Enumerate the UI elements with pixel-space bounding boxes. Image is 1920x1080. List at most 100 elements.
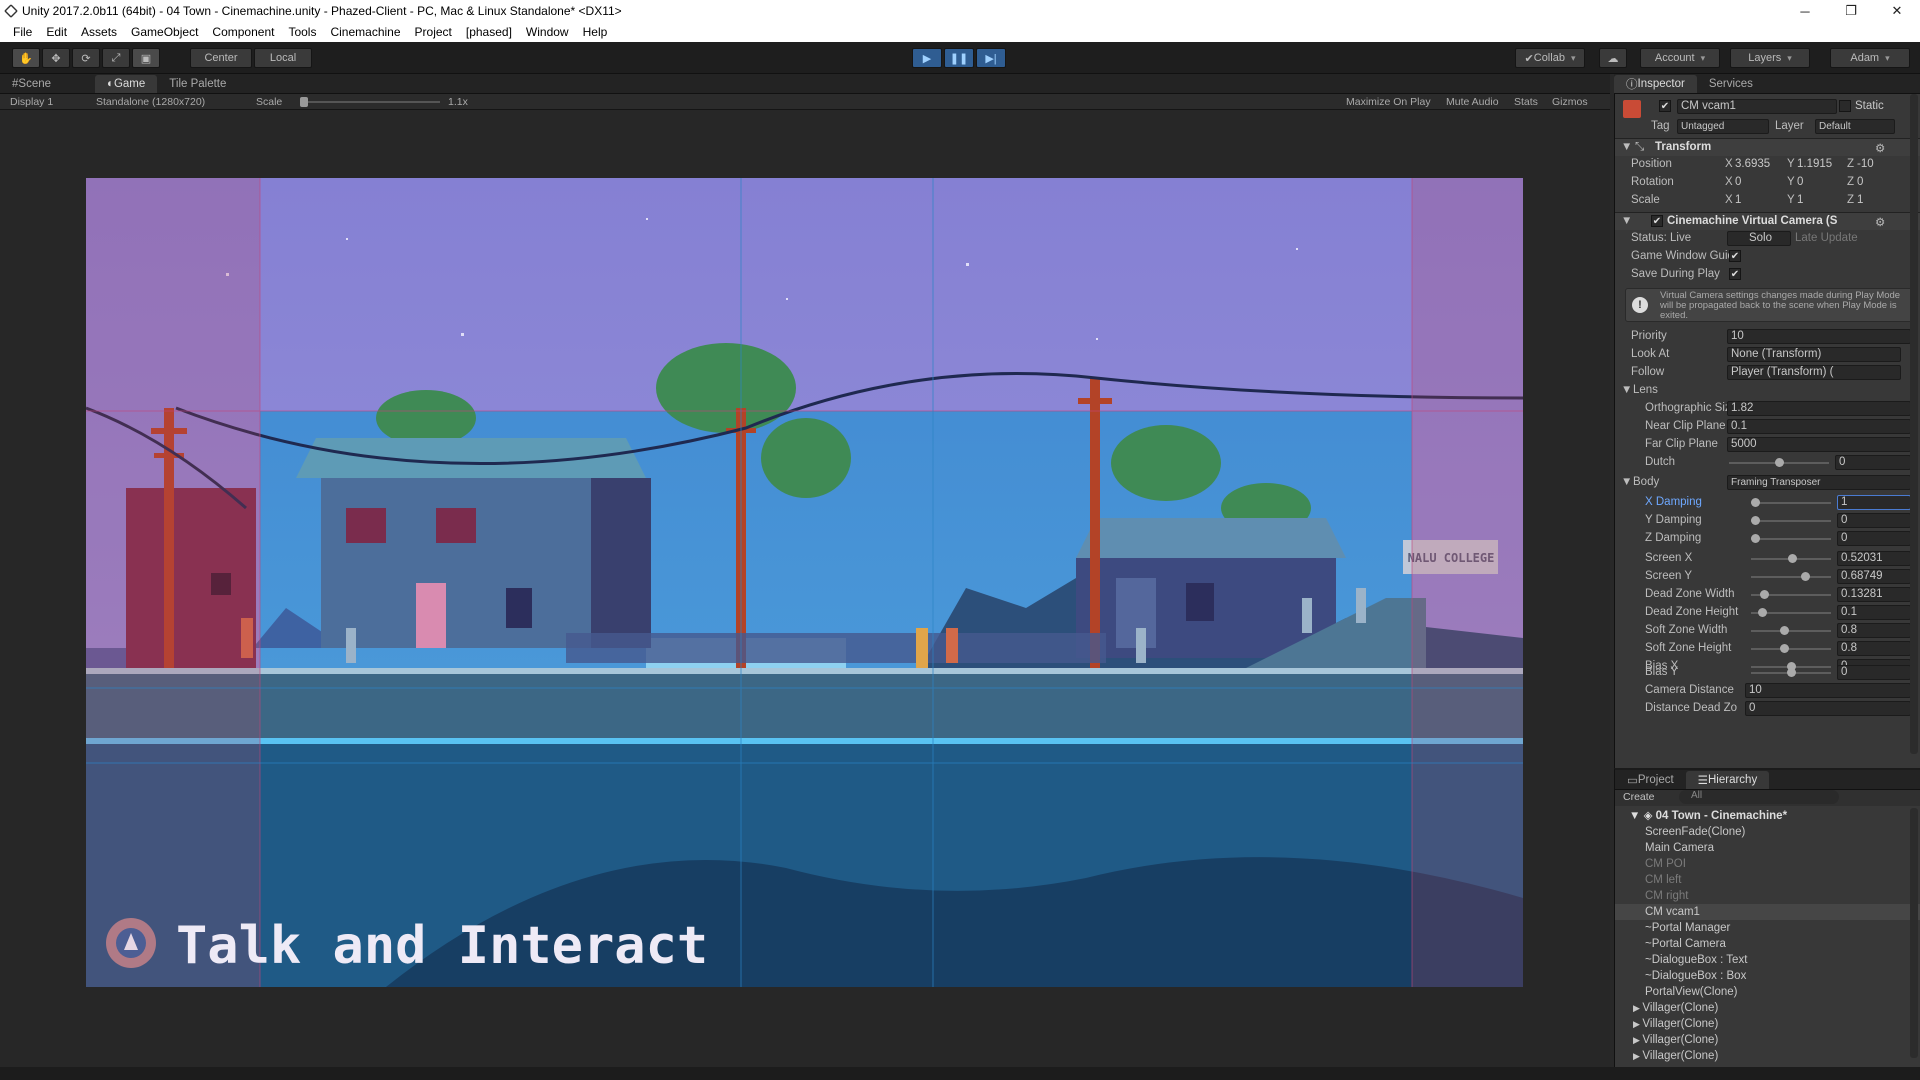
maximize-button[interactable]: ❐ [1828, 0, 1874, 22]
object-name-field[interactable]: CM vcam1 [1677, 99, 1837, 114]
display-dropdown[interactable]: Display 1 [10, 96, 53, 108]
framing-slider-knob[interactable] [1779, 626, 1789, 635]
framing-slider-knob[interactable] [1779, 644, 1789, 653]
maximize-on-play-toggle[interactable]: Maximize On Play [1346, 96, 1431, 108]
dutch-slider-knob[interactable] [1775, 458, 1784, 467]
pivot-local-button[interactable]: Local [254, 48, 312, 68]
collab-dropdown[interactable]: ✔ Collab [1515, 48, 1585, 68]
hierarchy-item[interactable]: ▶ Villager(Clone) [1615, 1000, 1920, 1016]
tab-tile-palette[interactable]: Tile Palette [157, 75, 238, 93]
tab-project[interactable]: ▭ Project [1615, 771, 1686, 789]
layout-dropdown[interactable]: Adam [1830, 48, 1910, 68]
menu-component[interactable]: Component [205, 25, 281, 39]
framing-value-field[interactable]: 0.52031 [1837, 551, 1911, 566]
resolution-dropdown[interactable]: Standalone (1280x720) [96, 96, 205, 108]
hierarchy-item[interactable]: PortalView(Clone) [1615, 984, 1920, 1000]
step-button[interactable]: ▶| [976, 48, 1006, 68]
distance-dead-zone-field[interactable]: 0 [1745, 701, 1911, 716]
vcam-header[interactable]: ▼ ✔ Cinemachine Virtual Camera (S ⚙ [1615, 212, 1920, 230]
lens-foldout[interactable]: ▼ Lens [1615, 382, 1920, 400]
framing-slider-knob[interactable] [1760, 590, 1770, 599]
tab-hierarchy[interactable]: ☰ Hierarchy [1685, 771, 1770, 789]
game-view[interactable]: NALU COLLEGE Talk and Interact [0, 110, 1610, 1067]
mute-audio-toggle[interactable]: Mute Audio [1446, 96, 1499, 108]
framing-slider[interactable] [1751, 630, 1831, 632]
account-dropdown[interactable]: Account [1640, 48, 1720, 68]
menu-project[interactable]: Project [408, 25, 459, 39]
dutch-field[interactable]: 0 [1835, 455, 1911, 470]
menu-tools[interactable]: Tools [281, 25, 323, 39]
scene-root[interactable]: ▼ ◈ 04 Town - Cinemachine* [1615, 808, 1920, 824]
hierarchy-item[interactable]: ScreenFade(Clone) [1615, 824, 1920, 840]
framing-value-field[interactable]: 0.8 [1837, 623, 1911, 638]
framing-slider-knob[interactable] [1751, 516, 1760, 525]
framing-slider-knob[interactable] [1800, 572, 1810, 581]
expand-arrow-icon[interactable]: ▶ [1633, 1019, 1642, 1029]
framing-slider-knob[interactable] [1758, 608, 1768, 617]
menu-edit[interactable]: Edit [39, 25, 74, 39]
framing-value-field[interactable]: 1 [1837, 495, 1911, 510]
scale-y-field[interactable]: 1 [1797, 194, 1803, 206]
tag-dropdown[interactable]: Untagged [1677, 119, 1769, 134]
framing-slider[interactable] [1751, 520, 1831, 522]
transform-header[interactable]: ▼ ⤡ Transform ⚙ [1615, 138, 1920, 156]
tab-scene[interactable]: # Scene [0, 75, 63, 93]
scale-tool-button[interactable]: ⤢ [102, 48, 130, 68]
rotation-y-field[interactable]: 0 [1797, 176, 1803, 188]
framing-value-field[interactable]: 0.8 [1837, 641, 1911, 656]
camera-distance-field[interactable]: 10 [1745, 683, 1911, 698]
far-field[interactable]: 5000 [1727, 437, 1911, 452]
menu-phased[interactable]: [phased] [459, 25, 519, 39]
scale-slider-knob[interactable] [300, 97, 308, 107]
stats-toggle[interactable]: Stats [1514, 96, 1538, 108]
framing-slider[interactable] [1751, 538, 1831, 540]
rotation-x-field[interactable]: 0 [1735, 176, 1741, 188]
pivot-center-button[interactable]: Center [190, 48, 252, 68]
position-z-field[interactable]: -10 [1857, 158, 1874, 170]
tab-inspector[interactable]: ⓘ Inspector [1614, 75, 1697, 93]
solo-button[interactable]: Solo [1727, 231, 1791, 246]
framing-value-field[interactable]: 0.13281 [1837, 587, 1911, 602]
menu-window[interactable]: Window [519, 25, 576, 39]
expand-arrow-icon[interactable]: ▶ [1633, 1003, 1642, 1013]
framing-value-field[interactable]: 0.68749 [1837, 569, 1911, 584]
hierarchy-item[interactable]: ~Portal Manager [1615, 920, 1920, 936]
framing-slider-knob[interactable] [1787, 668, 1796, 677]
layers-dropdown[interactable]: Layers [1730, 48, 1810, 68]
scale-z-field[interactable]: 1 [1857, 194, 1863, 206]
hierarchy-item[interactable]: CM vcam1 [1615, 904, 1920, 920]
hand-tool-button[interactable]: ✋ [12, 48, 40, 68]
menu-file[interactable]: File [6, 25, 39, 39]
vcam-enabled-checkbox[interactable]: ✔ [1651, 215, 1663, 227]
scale-slider[interactable] [300, 101, 440, 103]
expand-arrow-icon[interactable]: ▶ [1633, 1051, 1642, 1061]
pause-button[interactable]: ❚❚ [944, 48, 974, 68]
settings-gear-icon[interactable]: ⚙ [1875, 215, 1885, 229]
hierarchy-item[interactable]: ~DialogueBox : Box [1615, 968, 1920, 984]
menu-help[interactable]: Help [576, 25, 615, 39]
hierarchy-item[interactable]: ~DialogueBox : Text [1615, 952, 1920, 968]
framing-slider[interactable] [1751, 648, 1831, 650]
guides-checkbox[interactable]: ✔ [1729, 250, 1741, 262]
tab-game[interactable]: ◐ Game [95, 75, 158, 93]
hierarchy-item[interactable]: ▶ Villager(Clone) [1615, 1048, 1920, 1064]
menu-cinemachine[interactable]: Cinemachine [323, 25, 407, 39]
gizmos-dropdown[interactable]: Gizmos [1552, 96, 1588, 108]
framing-slider-knob[interactable] [1751, 534, 1760, 543]
near-field[interactable]: 0.1 [1727, 419, 1911, 434]
minimize-button[interactable]: ─ [1782, 0, 1828, 22]
game-screen[interactable]: NALU COLLEGE Talk and Interact [86, 178, 1523, 987]
settings-gear-icon[interactable]: ⚙ [1875, 141, 1885, 155]
move-tool-button[interactable]: ✥ [42, 48, 70, 68]
framing-value-field[interactable]: 0 [1837, 531, 1911, 546]
framing-slider-knob[interactable] [1751, 498, 1760, 507]
position-y-field[interactable]: 1.1915 [1797, 158, 1832, 170]
hierarchy-item[interactable]: CM right [1615, 888, 1920, 904]
framing-slider[interactable] [1751, 576, 1831, 578]
close-button[interactable]: ✕ [1874, 0, 1920, 22]
static-checkbox[interactable] [1839, 100, 1851, 112]
hierarchy-item[interactable]: ▶ Villager(Clone) [1615, 1016, 1920, 1032]
search-input[interactable]: All [1679, 790, 1839, 804]
hierarchy-scrollbar[interactable] [1910, 808, 1918, 1058]
follow-field[interactable]: Player (Transform) ( [1727, 365, 1901, 380]
